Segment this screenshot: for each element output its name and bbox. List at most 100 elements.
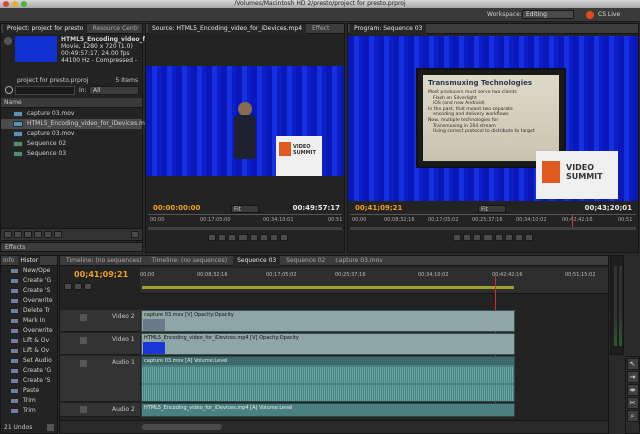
history-item[interactable]: New/Ope (1, 266, 57, 276)
extract-icon[interactable] (514, 234, 523, 241)
project-search-input[interactable] (15, 86, 75, 95)
step-forward-icon[interactable] (494, 234, 503, 241)
history-item[interactable]: Overwrite (1, 296, 57, 306)
mark-in-icon[interactable] (453, 234, 462, 241)
step-forward-icon[interactable] (249, 234, 258, 241)
mark-in-icon[interactable] (208, 234, 217, 241)
new-bin-icon[interactable] (43, 231, 52, 238)
timeline-timecode[interactable]: 00;41;09;21 (74, 270, 128, 279)
trash-icon[interactable] (131, 231, 139, 238)
minimize-window-icon[interactable] (12, 1, 18, 7)
list-item[interactable]: Sequence 03 (1, 149, 142, 159)
ripple-edit-tool-icon[interactable]: ⇼ (626, 384, 639, 396)
mark-out-icon[interactable] (463, 234, 472, 241)
tab-program[interactable]: Program: Sequence 03 (350, 24, 427, 34)
marker-icon[interactable] (73, 283, 82, 290)
list-item[interactable]: capture 03.mov (1, 129, 142, 139)
razor-tool-icon[interactable]: ✂ (626, 397, 639, 409)
source-time-ruler[interactable]: 00:00 00:17:05:00 00:34:10:01 00:51 (148, 214, 342, 226)
eye-icon[interactable] (80, 314, 87, 321)
insert-icon[interactable] (259, 234, 268, 241)
history-item[interactable]: Lift & Ov (1, 346, 57, 356)
selection-tool-icon[interactable]: ↖ (626, 358, 639, 370)
automate-icon[interactable] (23, 231, 32, 238)
track-header-video2[interactable]: Video 2 (60, 310, 140, 332)
close-window-icon[interactable] (3, 1, 9, 7)
tab-project[interactable]: Project: project for presto (3, 24, 87, 34)
export-frame-icon[interactable] (279, 234, 288, 241)
history-item[interactable]: Trim (1, 396, 57, 406)
tab-history[interactable]: Histor (18, 256, 41, 266)
icon-view-icon[interactable] (13, 231, 22, 238)
tab-info[interactable]: Info (1, 256, 16, 266)
find-icon[interactable] (33, 231, 42, 238)
clip-video1[interactable]: HTML5_Encoding_video_for_iDevices.mp4 [V… (141, 333, 515, 355)
step-back-icon[interactable] (228, 234, 237, 241)
new-item-icon[interactable] (53, 231, 62, 238)
list-item[interactable]: Sequence 02 (1, 139, 142, 149)
history-item[interactable]: Trim (1, 406, 57, 416)
history-item[interactable]: Delete Tr (1, 306, 57, 316)
history-item[interactable]: Lift & Ov (1, 336, 57, 346)
history-item[interactable]: Overwrite (1, 326, 57, 336)
track-select-tool-icon[interactable]: ⇥ (626, 371, 639, 383)
in-filter-select[interactable]: All (89, 86, 139, 95)
source-timecode-in[interactable]: 00:00:00:00 (153, 204, 200, 212)
track-header-audio1[interactable]: Audio 1 (60, 356, 140, 402)
source-zoom-bar[interactable] (148, 227, 342, 230)
list-item[interactable]: HTML5_Encoding_video_for_iDevices.mp4 (1, 119, 153, 129)
history-item[interactable]: Create 'G (1, 276, 57, 286)
program-timecode-in[interactable]: 00;41;09;21 (355, 204, 402, 212)
history-item[interactable]: Mark In (1, 316, 57, 326)
overwrite-icon[interactable] (269, 234, 278, 241)
play-thumbnail-icon[interactable] (4, 37, 12, 45)
tab-timeline-empty[interactable]: Timeline: (no sequences) (62, 256, 146, 266)
effects-panel-tab[interactable]: Effects (0, 242, 143, 252)
tab-sequence-02[interactable]: Sequence 02 (282, 256, 329, 266)
program-fit-select[interactable]: Fit (478, 205, 506, 213)
tab-resource-central[interactable]: Resource Centr (89, 24, 142, 34)
list-view-icon[interactable] (4, 231, 12, 238)
program-playhead[interactable] (572, 215, 573, 227)
snap-icon[interactable] (64, 283, 72, 290)
program-zoom-bar[interactable] (350, 227, 636, 230)
tab-source[interactable]: Source: HTML5_Encoding_video_for_iDevice… (148, 24, 307, 34)
mark-out-icon[interactable] (218, 234, 227, 241)
history-item[interactable]: Create 'G (1, 366, 57, 376)
trash-icon[interactable] (47, 424, 54, 431)
step-back-icon[interactable] (473, 234, 482, 241)
timeline-scrollbar[interactable] (60, 420, 608, 433)
eye-icon[interactable] (80, 337, 87, 344)
program-time-ruler[interactable]: 00;00 00;08;32;16 00;17;05;02 00;25;37;1… (350, 214, 636, 227)
cs-live-button[interactable]: CS Live (598, 11, 620, 18)
tab-sequence-03[interactable]: Sequence 03 (233, 256, 281, 266)
clip-audio1[interactable]: capture 03.mov [A] Volume:Level (141, 356, 515, 402)
clip-audio2[interactable]: HTML5_Encoding_video_for_iDevices.mp4 [A… (141, 403, 515, 417)
wrench-icon[interactable] (83, 283, 92, 290)
speaker-icon[interactable] (80, 360, 87, 367)
timeline-ruler[interactable]: 00;00 00;08;32;16 00;17;05;02 00;25;37;1… (140, 268, 608, 294)
play-icon[interactable] (238, 234, 249, 241)
export-frame-icon[interactable] (524, 234, 533, 241)
workspace-select[interactable]: Editing (522, 10, 574, 19)
work-area-bar[interactable] (142, 286, 514, 289)
history-item[interactable]: Set Audio (1, 356, 57, 366)
tab-capture-03[interactable]: capture 03.mov (331, 256, 386, 266)
zoom-tool-icon[interactable]: ⌕ (626, 410, 639, 422)
play-icon[interactable] (483, 234, 494, 241)
clip-video2[interactable]: capture 03.mov [V] Opacity:Opacity (141, 310, 515, 332)
speaker-icon[interactable] (80, 406, 87, 413)
history-item[interactable]: Paste (1, 386, 57, 396)
lift-icon[interactable] (504, 234, 513, 241)
source-fit-select[interactable]: Fit (231, 205, 259, 213)
scrollbar-thumb[interactable] (142, 424, 222, 430)
track-header-audio2[interactable]: Audio 2 (60, 403, 140, 417)
track-header-video1[interactable]: Video 1 (60, 333, 140, 355)
history-item[interactable]: Create 'S (1, 286, 57, 296)
tab-timeline-empty[interactable]: Timeline: (no sequences) (148, 256, 232, 266)
zoom-window-icon[interactable] (21, 1, 27, 7)
history-item[interactable]: Create 'S (1, 376, 57, 386)
name-column-header[interactable]: Name (1, 98, 142, 108)
tab-effect-controls[interactable]: Effect (308, 24, 333, 34)
list-item[interactable]: capture 03.mov (1, 109, 142, 119)
